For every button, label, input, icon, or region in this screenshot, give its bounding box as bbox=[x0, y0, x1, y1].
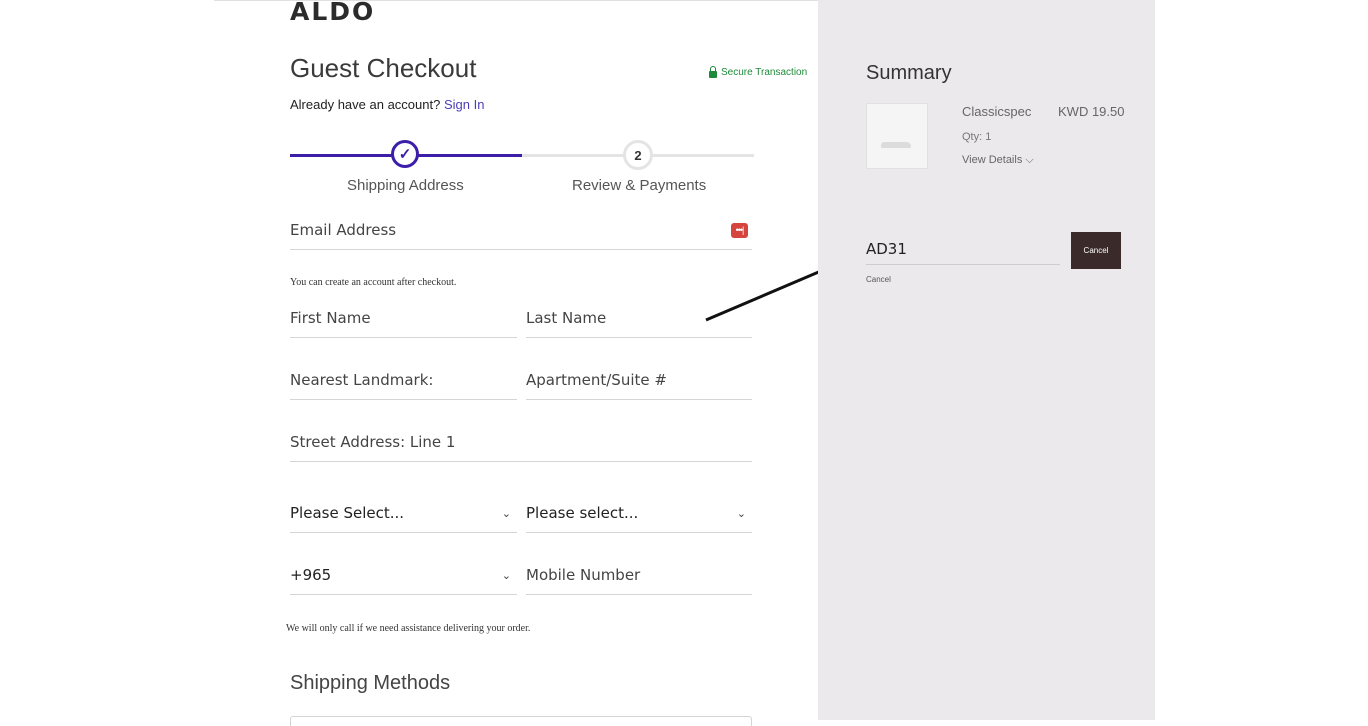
product-price: KWD 19.50 bbox=[1058, 104, 1125, 119]
email-field[interactable]: Email Address bbox=[290, 210, 752, 250]
product-name: Classicspec bbox=[962, 104, 1032, 119]
cancel-link[interactable]: Cancel bbox=[866, 275, 891, 285]
mobile-number-field[interactable]: Mobile Number bbox=[526, 555, 752, 595]
account-note: You can create an account after checkout… bbox=[290, 277, 457, 288]
sign-in-prompt: Already have an account? Sign In bbox=[290, 97, 484, 113]
city-select-value: Please select... bbox=[526, 504, 639, 522]
city-select[interactable]: Please select... ⌄ bbox=[526, 493, 752, 533]
page-title: Guest Checkout bbox=[290, 53, 477, 83]
shipping-methods-heading: Shipping Methods bbox=[290, 672, 451, 694]
chevron-down-icon: ⌄ bbox=[501, 508, 511, 520]
last-name-placeholder: Last Name bbox=[526, 309, 607, 327]
street-address-field[interactable]: Street Address: Line 1 bbox=[290, 422, 752, 462]
secure-transaction-label: Secure Transaction bbox=[721, 67, 808, 78]
chevron-down-icon: ⌄ bbox=[736, 508, 746, 520]
coupon-code-value[interactable]: AD31 bbox=[866, 240, 907, 258]
step-shipping-complete-icon: ✓ bbox=[391, 140, 419, 168]
step-review-number: 2 bbox=[623, 140, 653, 170]
phone-note: We will only call if we need assistance … bbox=[286, 623, 531, 634]
coupon-input-underline bbox=[866, 264, 1060, 265]
email-placeholder: Email Address bbox=[290, 221, 397, 239]
shipping-method-option[interactable] bbox=[290, 716, 752, 726]
landmark-placeholder: Nearest Landmark: bbox=[290, 371, 434, 389]
secure-transaction-badge: Secure Transaction bbox=[709, 65, 808, 80]
lock-icon bbox=[709, 65, 717, 78]
country-code-value: +965 bbox=[290, 566, 332, 584]
aldo-logo[interactable]: ALDO bbox=[290, 0, 375, 24]
sign-in-link[interactable]: Sign In bbox=[444, 97, 484, 112]
country-code-select[interactable]: +965 ⌄ bbox=[290, 555, 517, 595]
summary-title: Summary bbox=[866, 62, 952, 84]
shoe-image bbox=[881, 142, 911, 148]
apartment-placeholder: Apartment/Suite # bbox=[526, 371, 667, 389]
view-details-link[interactable]: View Details ⌵ bbox=[962, 153, 1034, 167]
chevron-down-icon: ⌄ bbox=[501, 570, 511, 582]
area-select-value: Please Select... bbox=[290, 504, 405, 522]
cancel-coupon-button[interactable]: Cancel bbox=[1071, 232, 1121, 269]
product-thumbnail[interactable] bbox=[866, 103, 928, 169]
step-label-review: Review & Payments bbox=[572, 177, 707, 194]
first-name-field[interactable]: First Name bbox=[290, 298, 517, 338]
area-select[interactable]: Please Select... ⌄ bbox=[290, 493, 517, 533]
landmark-field[interactable]: Nearest Landmark: bbox=[290, 360, 517, 400]
mobile-placeholder: Mobile Number bbox=[526, 566, 641, 584]
step-label-shipping: Shipping Address bbox=[347, 177, 464, 194]
first-name-placeholder: First Name bbox=[290, 309, 371, 327]
street-placeholder: Street Address: Line 1 bbox=[290, 433, 456, 451]
already-account-text: Already have an account? bbox=[290, 97, 441, 112]
apartment-field[interactable]: Apartment/Suite # bbox=[526, 360, 752, 400]
product-qty: Qty: 1 bbox=[962, 131, 992, 143]
password-manager-icon[interactable]: •••| bbox=[731, 223, 748, 238]
